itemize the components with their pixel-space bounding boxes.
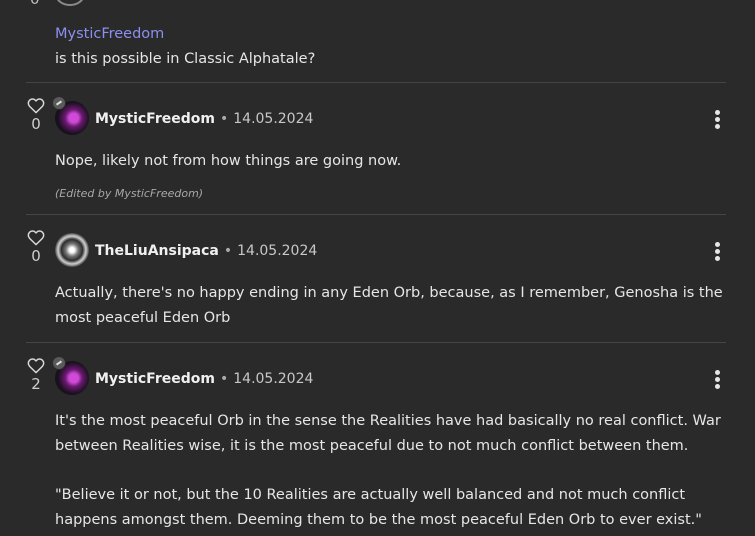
previous-vote-count: 0 — [30, 0, 40, 8]
pencil-badge-icon — [52, 356, 66, 370]
vertical-dots-icon[interactable] — [713, 242, 721, 263]
comment-date: 14.05.2024 — [233, 371, 314, 387]
pencil-badge-icon — [52, 96, 66, 110]
comment-paragraph: Nope, likely not from how things are goi… — [55, 153, 402, 169]
comment-paragraph: "Believe it or not, but the 10 Realities… — [55, 487, 702, 528]
vote-count: 0 — [31, 247, 41, 265]
vote-control: 0 — [25, 229, 47, 265]
comment-body: It's the most peaceful Orb in the sense … — [55, 409, 730, 533]
comment-date: 14.05.2024 — [233, 111, 314, 127]
meta-separator: • — [219, 371, 229, 387]
vote-control: 2 — [25, 357, 47, 393]
comment-paragraph: It's the most peaceful Orb in the sense … — [55, 413, 721, 454]
comment-body: Actually, there's no happy ending in any… — [55, 281, 730, 331]
vote-control: 0 — [25, 97, 47, 133]
heart-outline-icon[interactable] — [27, 357, 45, 374]
quote-text: is this possible in Classic Alphatale? — [55, 51, 316, 67]
vertical-dots-icon[interactable] — [713, 370, 721, 391]
heart-outline-icon[interactable] — [27, 229, 45, 246]
vote-count: 0 — [31, 115, 41, 133]
comment-meta: MysticFreedom • 14.05.2024 — [95, 110, 313, 128]
meta-separator: • — [223, 243, 233, 259]
comment-paragraph: Actually, there's no happy ending in any… — [55, 285, 723, 326]
username[interactable]: MysticFreedom — [95, 111, 215, 127]
comment-date: 14.05.2024 — [237, 243, 318, 259]
meta-separator: • — [219, 111, 229, 127]
username[interactable]: TheLiuAnsipaca — [95, 243, 219, 259]
divider — [26, 342, 726, 343]
comment-body: Nope, likely not from how things are goi… — [55, 149, 730, 174]
divider — [26, 214, 726, 215]
heart-outline-icon[interactable] — [27, 97, 45, 114]
previous-avatar — [55, 0, 85, 6]
username[interactable]: MysticFreedom — [95, 371, 215, 387]
quote-author-link[interactable]: MysticFreedom — [55, 25, 315, 43]
reply-quote: MysticFreedom is this possible in Classi… — [55, 25, 315, 68]
vote-count: 2 — [31, 375, 41, 393]
comment-meta: TheLiuAnsipaca • 14.05.2024 — [95, 242, 317, 260]
comment-meta: MysticFreedom • 14.05.2024 — [95, 370, 313, 388]
edited-note: (Edited by MysticFreedom) — [55, 187, 204, 200]
comment-thread: 0 MysticFreedom is this possible in Clas… — [0, 0, 755, 536]
vertical-dots-icon[interactable] — [713, 110, 721, 131]
avatar[interactable] — [55, 233, 89, 267]
divider — [26, 82, 726, 83]
